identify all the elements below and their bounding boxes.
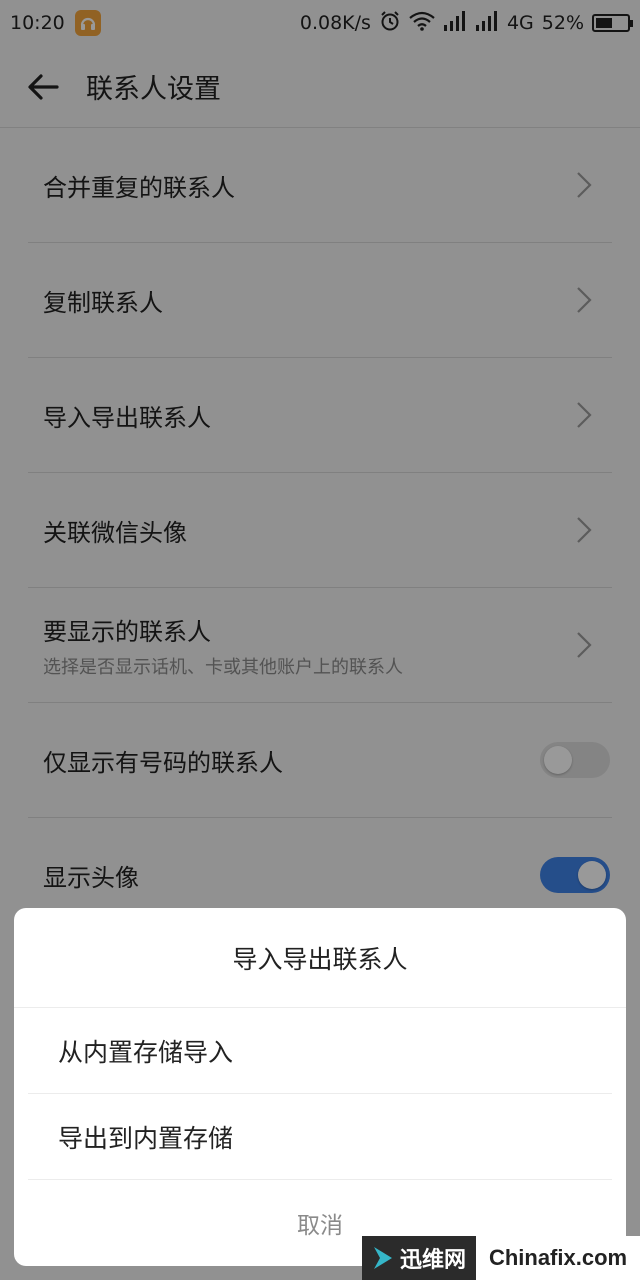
watermark-logo-icon [374, 1247, 392, 1269]
watermark-left-text: 迅维网 [400, 1248, 467, 1273]
watermark: 迅维网 Chinafix.com [362, 1236, 640, 1280]
dialog-title: 导入导出联系人 [14, 908, 626, 1008]
watermark-right-text: Chinafix.com [476, 1236, 640, 1280]
import-export-dialog: 导入导出联系人 从内置存储导入 导出到内置存储 取消 [14, 908, 626, 1266]
export-to-internal-storage-option[interactable]: 导出到内置存储 [28, 1094, 612, 1180]
import-from-internal-storage-option[interactable]: 从内置存储导入 [28, 1008, 612, 1094]
watermark-brand: 迅维网 [362, 1236, 477, 1280]
